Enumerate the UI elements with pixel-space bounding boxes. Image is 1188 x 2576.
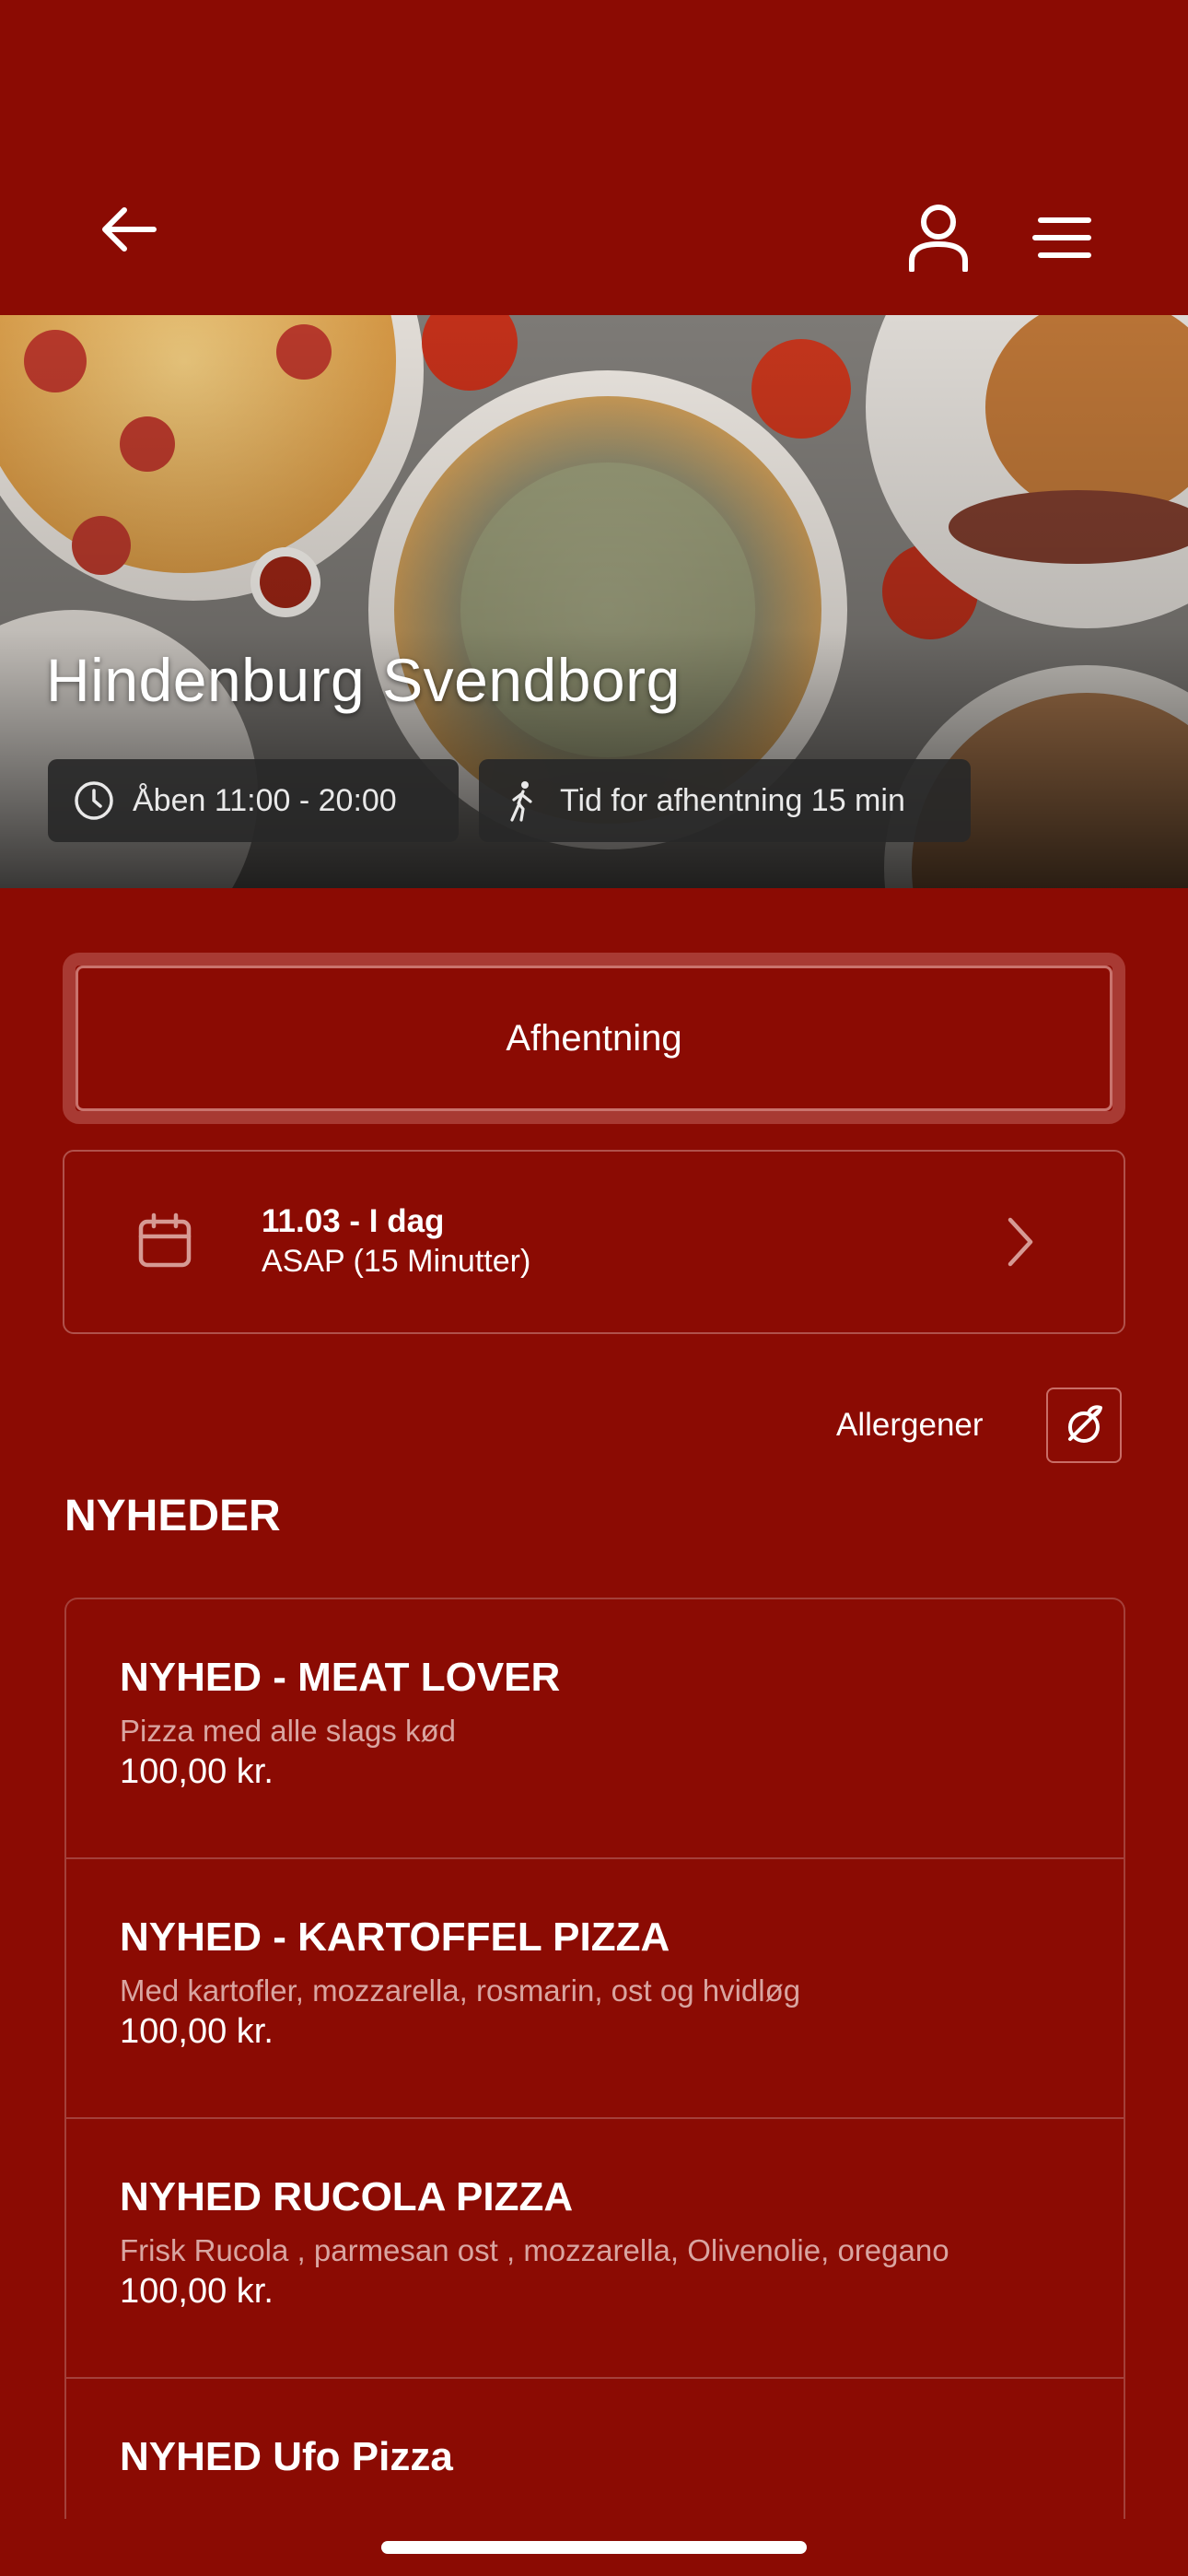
chevron-right-icon <box>1007 1217 1033 1267</box>
calendar-icon <box>138 1212 192 1268</box>
item-price: 100,00 kr. <box>120 2012 274 2051</box>
home-indicator[interactable] <box>381 2541 807 2554</box>
section-title: NYHEDER <box>64 1492 281 1540</box>
item-name: NYHED Ufo Pizza <box>120 2434 453 2479</box>
walking-person-icon <box>510 781 532 822</box>
pickup-mode-label: Afhentning <box>506 1017 682 1059</box>
item-description: Med kartofler, mozzarella, rosmarin, ost… <box>120 1973 801 2008</box>
pickup-mode-selector[interactable]: Afhentning <box>63 953 1125 1124</box>
top-bar <box>0 0 1188 315</box>
opening-hours-chip: Åben 11:00 - 20:00 <box>48 759 459 842</box>
item-name: NYHED - KARTOFFEL PIZZA <box>120 1914 670 1960</box>
arrow-left-icon <box>102 207 157 252</box>
item-price: 100,00 kr. <box>120 1752 274 1791</box>
allergen-icon <box>1068 1405 1102 1443</box>
date-time-selector[interactable]: 11.03 - I dag ASAP (15 Minutter) <box>63 1150 1125 1334</box>
menu-item[interactable]: NYHED - KARTOFFEL PIZZA Med kartofler, m… <box>66 1859 1124 2119</box>
selected-time: ASAP (15 Minutter) <box>262 1244 531 1279</box>
allergens-button[interactable] <box>1046 1388 1122 1463</box>
allergens-label[interactable]: Allergener <box>836 1407 984 1444</box>
item-price: 100,00 kr. <box>120 2272 274 2311</box>
profile-button[interactable] <box>901 201 976 275</box>
pickup-time-text: Tid for afhentning 15 min <box>560 782 905 818</box>
item-description: Frisk Rucola , parmesan ost , mozzarella… <box>120 2233 949 2267</box>
pickup-time-chip: Tid for afhentning 15 min <box>479 759 971 842</box>
back-button[interactable] <box>92 197 166 262</box>
clock-icon <box>75 781 113 820</box>
item-name: NYHED - MEAT LOVER <box>120 1655 561 1700</box>
pickup-mode-button[interactable]: Afhentning <box>76 966 1112 1111</box>
selected-date: 11.03 - I dag <box>262 1203 445 1239</box>
opening-hours-text: Åben 11:00 - 20:00 <box>133 782 397 818</box>
menu-item[interactable]: NYHED Ufo Pizza <box>66 2379 1124 2519</box>
app-screen: Hindenburg Svendborg Åben 11:00 - 20:00 … <box>0 0 1188 2576</box>
item-description: Pizza med alle slags kød <box>120 1714 456 1748</box>
hamburger-menu-icon <box>1032 217 1091 258</box>
menu-list: NYHED - MEAT LOVER Pizza med alle slags … <box>64 1598 1125 2519</box>
menu-button[interactable] <box>1024 208 1100 267</box>
menu-item[interactable]: NYHED RUCOLA PIZZA Frisk Rucola , parmes… <box>66 2119 1124 2379</box>
restaurant-name: Hindenburg Svendborg <box>46 646 681 714</box>
item-name: NYHED RUCOLA PIZZA <box>120 2174 574 2219</box>
menu-item[interactable]: NYHED - MEAT LOVER Pizza med alle slags … <box>66 1599 1124 1859</box>
user-icon <box>909 205 968 272</box>
